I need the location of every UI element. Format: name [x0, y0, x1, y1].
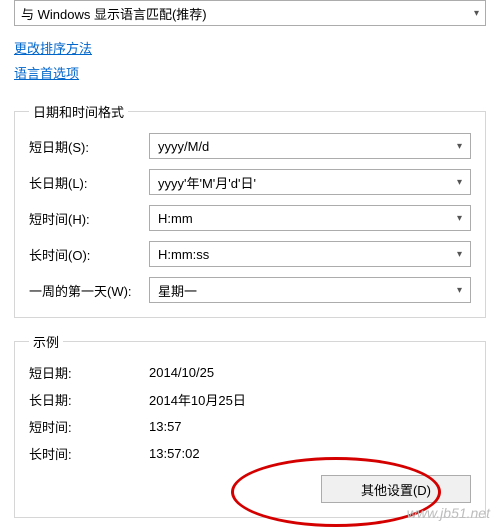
first-day-value: 星期一	[158, 281, 197, 300]
chevron-down-icon: ▾	[474, 8, 479, 19]
long-time-select[interactable]: H:mm:ss ▾	[149, 241, 471, 267]
chevron-down-icon: ▾	[457, 141, 462, 152]
example-long-time-row: 长时间: 13:57:02	[29, 444, 471, 463]
chevron-down-icon: ▾	[457, 285, 462, 296]
short-date-label: 短日期(S):	[29, 137, 149, 156]
display-language-select[interactable]: 与 Windows 显示语言匹配(推荐) ▾	[14, 0, 486, 26]
chevron-down-icon: ▾	[457, 213, 462, 224]
long-date-value: yyyy'年'M'月'd'日'	[158, 173, 256, 192]
short-date-select[interactable]: yyyy/M/d ▾	[149, 133, 471, 159]
short-time-value: H:mm	[158, 211, 193, 226]
watermark-text: www.jb51.net	[407, 505, 490, 521]
example-long-date-row: 长日期: 2014年10月25日	[29, 390, 471, 409]
example-group: 示例 短日期: 2014/10/25 长日期: 2014年10月25日 短时间:…	[14, 332, 486, 518]
long-time-row: 长时间(O): H:mm:ss ▾	[29, 241, 471, 267]
example-long-date-label: 长日期:	[29, 390, 149, 409]
example-long-time-value: 13:57:02	[149, 446, 471, 461]
example-short-time-row: 短时间: 13:57	[29, 417, 471, 436]
change-sort-method-link[interactable]: 更改排序方法	[14, 38, 92, 57]
example-long-time-label: 长时间:	[29, 444, 149, 463]
long-time-label: 长时间(O):	[29, 245, 149, 264]
long-time-value: H:mm:ss	[158, 247, 209, 262]
short-time-label: 短时间(H):	[29, 209, 149, 228]
first-day-row: 一周的第一天(W): 星期一 ▾	[29, 277, 471, 303]
example-short-date-label: 短日期:	[29, 363, 149, 382]
display-language-value: 与 Windows 显示语言匹配(推荐)	[21, 4, 207, 23]
first-day-label: 一周的第一天(W):	[29, 281, 149, 300]
example-short-date-value: 2014/10/25	[149, 365, 471, 380]
chevron-down-icon: ▾	[457, 249, 462, 260]
long-date-select[interactable]: yyyy'年'M'月'd'日' ▾	[149, 169, 471, 195]
short-time-select[interactable]: H:mm ▾	[149, 205, 471, 231]
first-day-select[interactable]: 星期一 ▾	[149, 277, 471, 303]
language-preferences-link[interactable]: 语言首选项	[14, 63, 79, 82]
short-date-row: 短日期(S): yyyy/M/d ▾	[29, 133, 471, 159]
example-short-time-label: 短时间:	[29, 417, 149, 436]
example-short-time-value: 13:57	[149, 419, 471, 434]
date-time-format-group: 日期和时间格式 短日期(S): yyyy/M/d ▾ 长日期(L): yyyy'…	[14, 102, 486, 318]
long-date-label: 长日期(L):	[29, 173, 149, 192]
additional-settings-button[interactable]: 其他设置(D)	[321, 475, 471, 503]
short-date-value: yyyy/M/d	[158, 139, 209, 154]
example-long-date-value: 2014年10月25日	[149, 390, 471, 409]
date-time-format-legend: 日期和时间格式	[29, 102, 128, 121]
short-time-row: 短时间(H): H:mm ▾	[29, 205, 471, 231]
chevron-down-icon: ▾	[457, 177, 462, 188]
example-short-date-row: 短日期: 2014/10/25	[29, 363, 471, 382]
additional-settings-label: 其他设置(D)	[361, 480, 431, 499]
long-date-row: 长日期(L): yyyy'年'M'月'd'日' ▾	[29, 169, 471, 195]
example-legend: 示例	[29, 332, 63, 351]
